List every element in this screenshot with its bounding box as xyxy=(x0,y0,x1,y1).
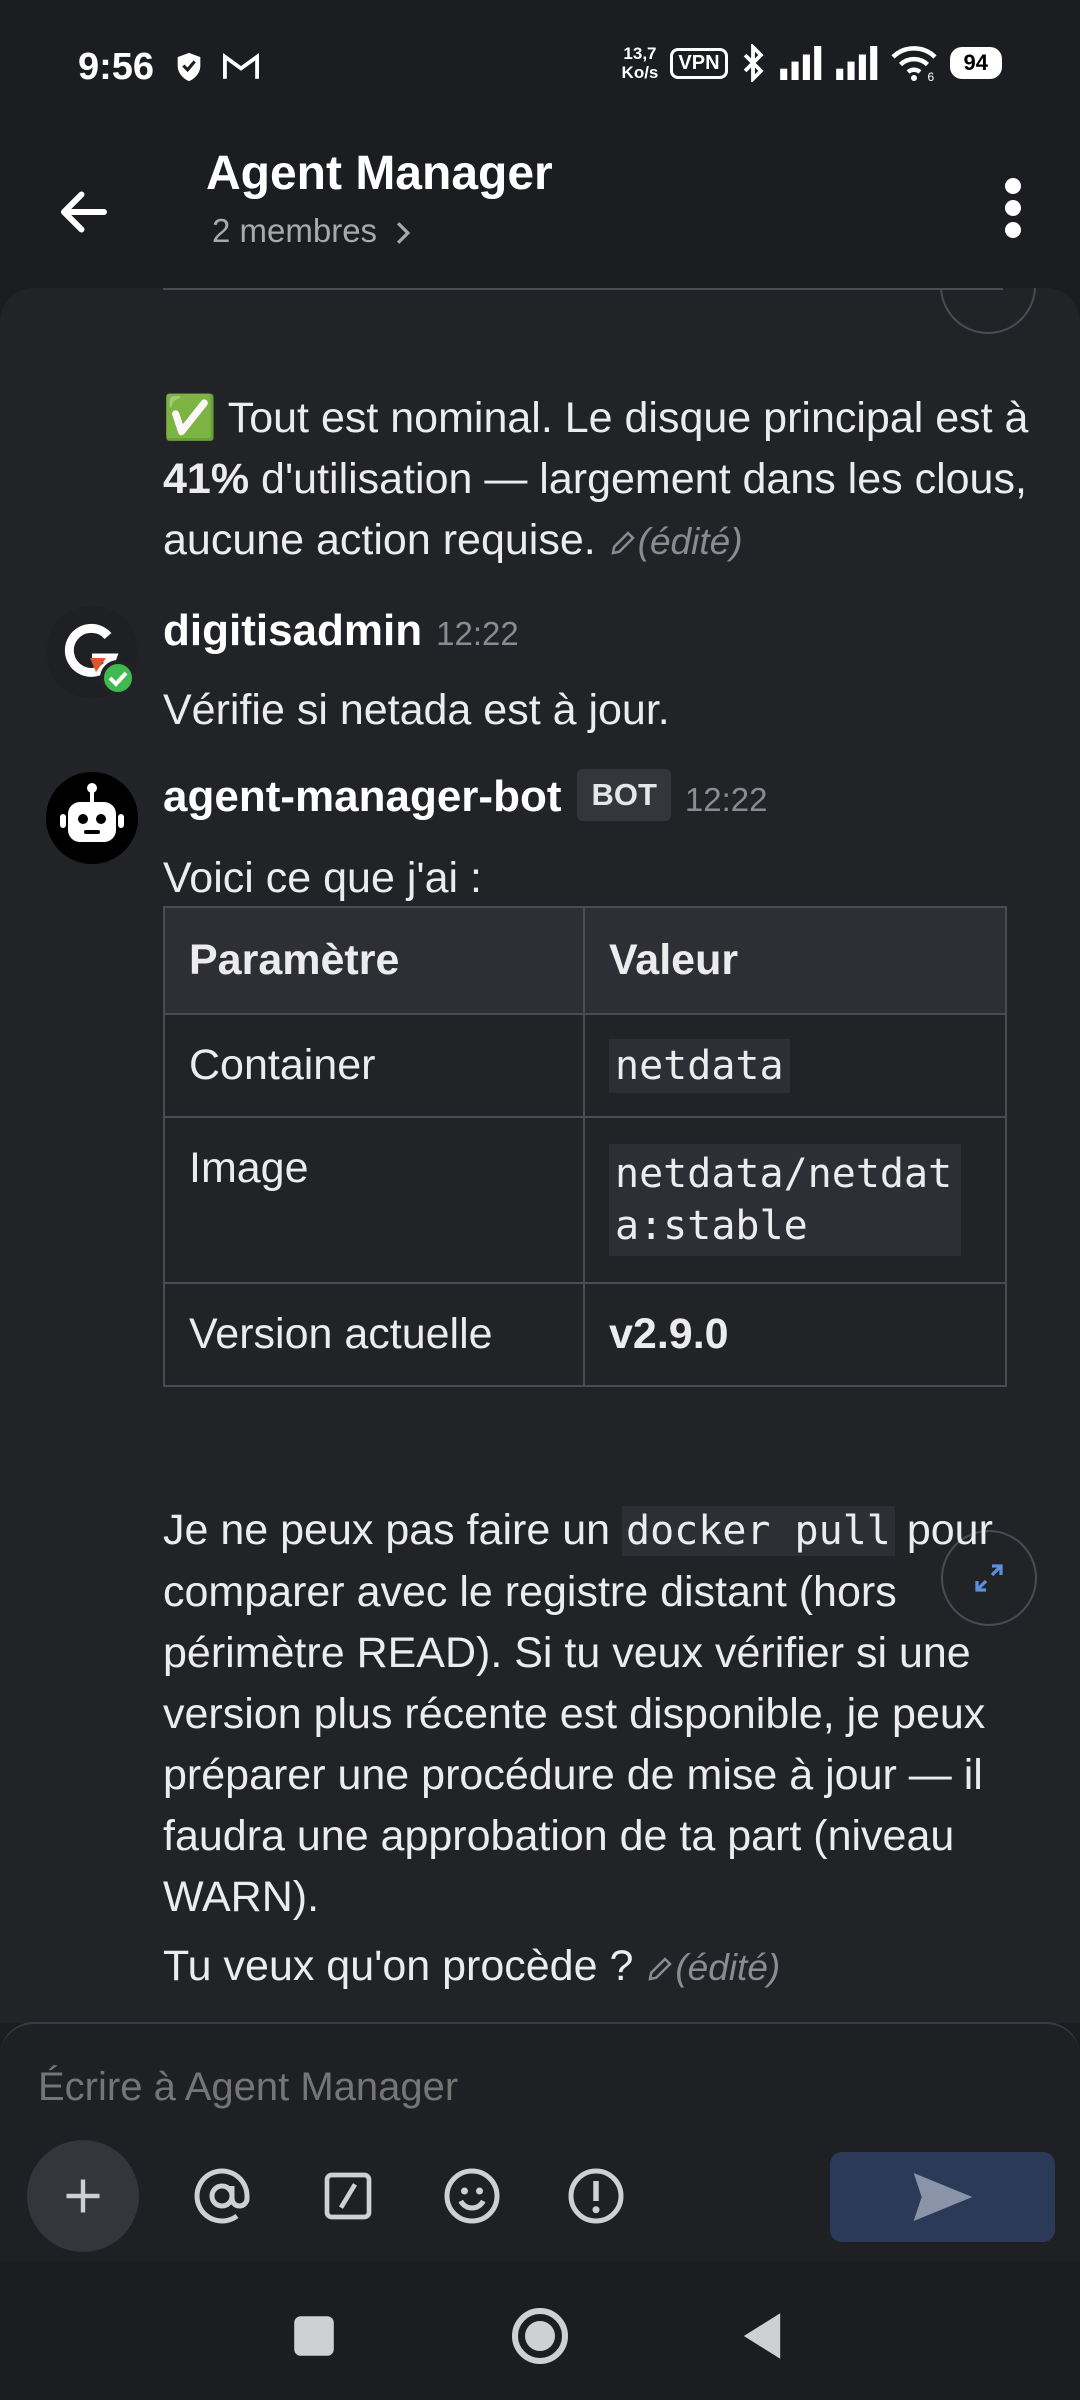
code-span: netdata xyxy=(609,1039,790,1093)
message-text: ✅ Tout est nominal. Le disque principal … xyxy=(163,394,1029,564)
table-cell: v2.9.0 xyxy=(583,1282,1007,1387)
slash-command-icon xyxy=(324,2172,372,2220)
message-text: Je ne peux pas faire un docker pull pour… xyxy=(163,1506,993,1921)
vpn-badge: VPN xyxy=(670,47,728,79)
avatar[interactable] xyxy=(46,606,138,698)
table-header-row: Paramètre Valeur xyxy=(163,906,1007,1015)
message-text: Vérifie si netada est à jour. xyxy=(163,686,670,734)
members-link[interactable]: 2 membres xyxy=(212,212,414,250)
bot-badge: BOT xyxy=(577,769,671,822)
back-triangle-icon xyxy=(743,2313,781,2359)
send-button[interactable] xyxy=(830,2152,1055,2242)
table-cell: Image xyxy=(163,1116,585,1284)
table-cell: netdata/netdata:stable xyxy=(583,1116,1007,1284)
table-header: Paramètre xyxy=(163,906,585,1015)
check-emoji: ✅ xyxy=(163,394,217,442)
edited-label: (édité) xyxy=(637,521,743,562)
recents-button[interactable] xyxy=(284,2306,344,2366)
bot-avatar-icon xyxy=(46,772,138,864)
recents-icon xyxy=(294,2316,334,2356)
shield-icon xyxy=(177,52,201,82)
wifi-icon: 6 xyxy=(890,46,937,82)
message-header: agent-manager-bot BOT 12:22 xyxy=(163,769,768,825)
system-nav-bar xyxy=(0,2262,1080,2400)
channel-title[interactable]: Agent Manager xyxy=(206,146,553,201)
at-icon xyxy=(194,2168,250,2224)
edited-label: (édité) xyxy=(675,1947,781,1988)
table-header: Valeur xyxy=(583,906,1007,1015)
signal-icon xyxy=(835,46,877,80)
message-header: digitisadmin 12:22 xyxy=(163,606,519,656)
table-row: Version actuelle v2.9.0 xyxy=(163,1282,1007,1387)
pencil-icon xyxy=(648,1956,673,1981)
table-cell: Container xyxy=(163,1013,585,1118)
table-cell: Version actuelle xyxy=(163,1282,585,1387)
message-list[interactable]: ✅ Tout est nominal. Le disque principal … xyxy=(0,288,1080,2023)
avatar[interactable] xyxy=(46,772,138,864)
message-time: 12:22 xyxy=(684,781,768,818)
author-name[interactable]: agent-manager-bot xyxy=(163,772,561,821)
home-button[interactable] xyxy=(510,2306,570,2366)
send-icon xyxy=(913,2173,972,2221)
chevron-right-icon xyxy=(397,222,411,245)
network-speed: 13,7 Ko/s xyxy=(621,44,659,82)
kebab-menu-icon[interactable] xyxy=(998,178,1028,238)
members-count: 2 membres xyxy=(212,212,378,249)
message-input[interactable] xyxy=(36,2064,940,2111)
table-row: Image netdata/netdata:stable xyxy=(163,1116,1007,1284)
home-icon xyxy=(512,2308,568,2364)
svg-text:6: 6 xyxy=(927,70,934,82)
message-composer xyxy=(0,2022,1080,2264)
previous-table-edge xyxy=(163,288,1003,290)
gmail-icon xyxy=(223,53,259,79)
arrow-left-icon[interactable] xyxy=(54,182,114,242)
pencil-icon xyxy=(611,530,635,555)
slash-command-button[interactable] xyxy=(316,2164,380,2228)
bluetooth-icon xyxy=(743,44,764,82)
code-span: netdata/netdata:stable xyxy=(609,1144,961,1256)
status-time: 9:56 xyxy=(78,46,155,88)
message-text: Voici ce que j'ai : xyxy=(163,854,482,902)
plus-icon xyxy=(66,2179,100,2213)
data-table: Paramètre Valeur Container netdata Image… xyxy=(163,906,1007,1387)
chat-header: Agent Manager 2 membres xyxy=(0,140,1080,290)
battery-indicator: 94 xyxy=(949,47,1002,79)
priority-button[interactable] xyxy=(564,2164,628,2228)
message-text: Tu veux qu'on procède ? (édité) xyxy=(163,1942,781,1990)
table-row: Container netdata xyxy=(163,1013,1007,1118)
mention-button[interactable] xyxy=(190,2164,254,2228)
message-time: 12:22 xyxy=(436,615,519,652)
author-name[interactable]: digitisadmin xyxy=(163,606,422,655)
previous-expand-button[interactable] xyxy=(940,288,1036,334)
signal-icon xyxy=(779,46,821,80)
back-button[interactable] xyxy=(732,2306,792,2366)
emoji-button[interactable] xyxy=(440,2164,504,2228)
inline-code: docker pull xyxy=(621,1506,895,1556)
table-cell: netdata xyxy=(583,1013,1007,1118)
emoji-icon xyxy=(444,2168,500,2224)
user-avatar-logo xyxy=(46,606,138,698)
alert-icon xyxy=(568,2168,624,2224)
status-bar: 9:56 13,7 Ko/s VPN 6 94 xyxy=(0,0,1080,140)
add-attachment-button[interactable] xyxy=(27,2140,139,2252)
